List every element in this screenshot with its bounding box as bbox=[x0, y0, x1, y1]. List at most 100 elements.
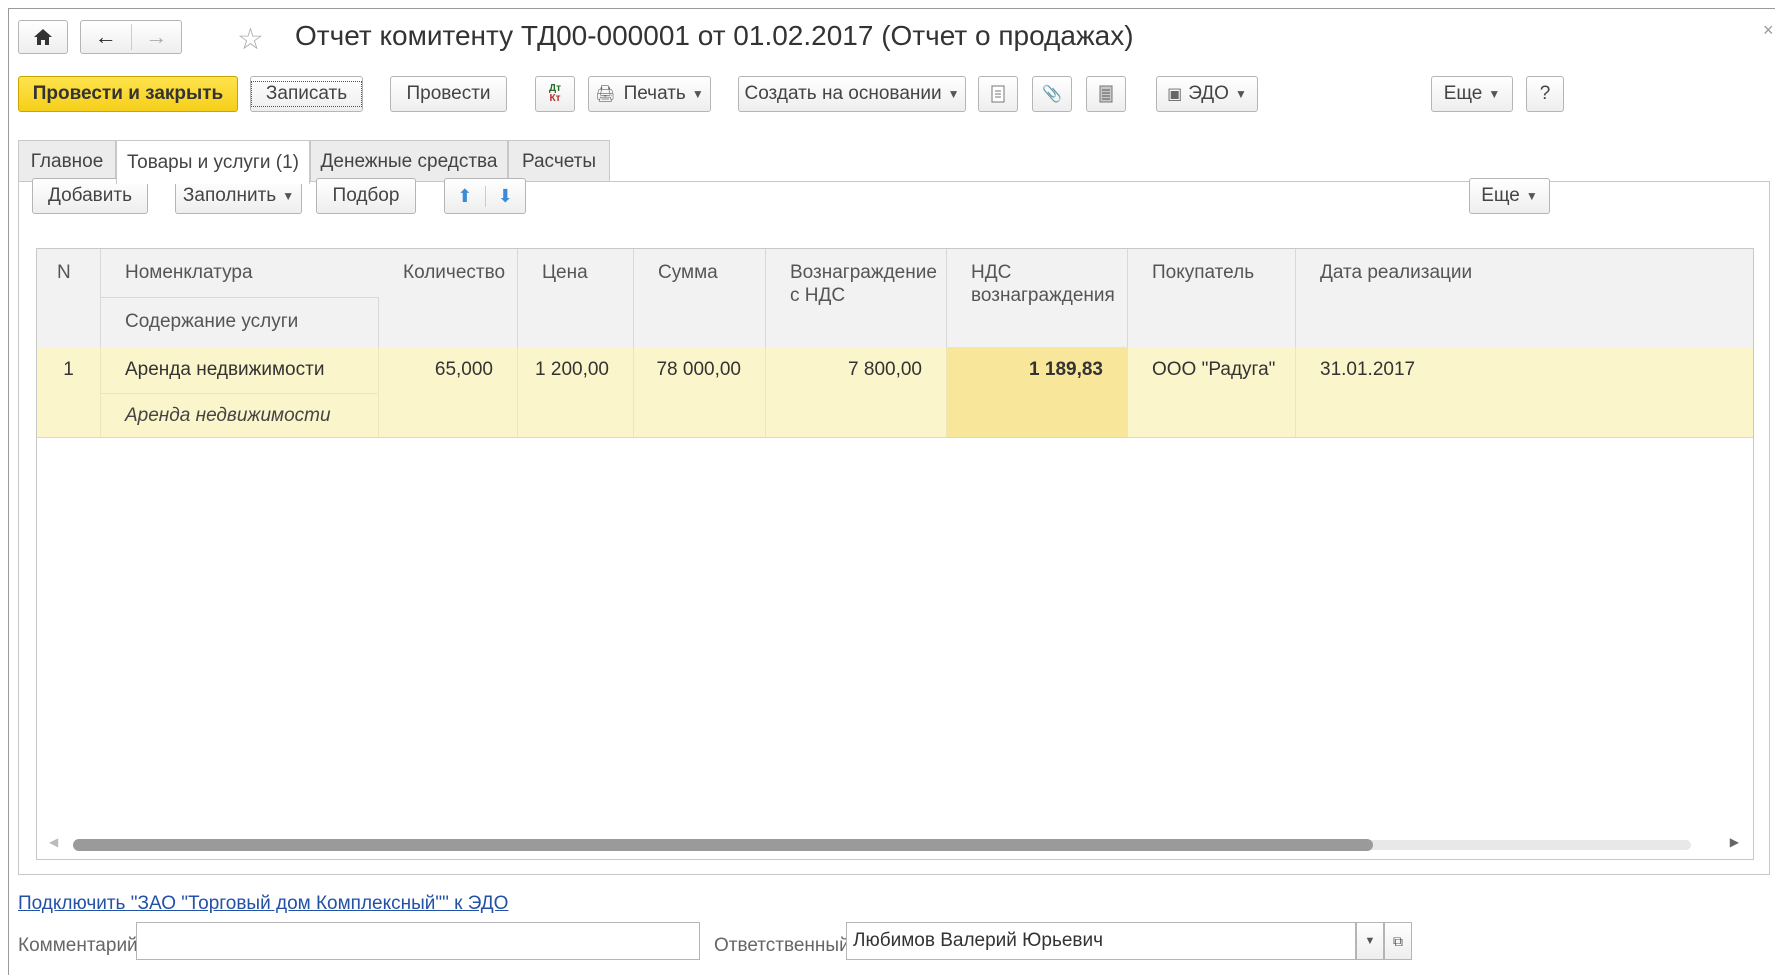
scroll-left-icon[interactable]: ◀ bbox=[49, 835, 58, 849]
header-reward[interactable]: Вознаграждение с НДС bbox=[766, 249, 947, 347]
more-button[interactable]: Еще ▼ bbox=[1431, 76, 1513, 112]
home-icon bbox=[34, 29, 52, 45]
print-button[interactable]: 🖨 Печать ▼ bbox=[588, 76, 711, 112]
printer-icon: 🖨 bbox=[595, 86, 616, 103]
tab-settlements[interactable]: Расчеты bbox=[508, 140, 610, 182]
cell-reward[interactable]: 7 800,00 bbox=[766, 347, 947, 437]
page-title: Отчет комитенту ТД00-000001 от 01.02.201… bbox=[295, 20, 1134, 51]
cell-nomenclature-value: Аренда недвижимости bbox=[125, 359, 325, 380]
header-date-label: Дата реализации bbox=[1320, 262, 1473, 283]
header-buyer[interactable]: Покупатель bbox=[1128, 249, 1296, 347]
cell-quantity[interactable]: 65,000 bbox=[379, 347, 518, 437]
document-structure-icon bbox=[991, 85, 1005, 103]
header-vat-label-1: НДС bbox=[971, 262, 1012, 283]
structure-button[interactable] bbox=[978, 76, 1018, 112]
comment-input[interactable] bbox=[136, 922, 700, 960]
header-sum[interactable]: Сумма bbox=[634, 249, 766, 347]
header-price[interactable]: Цена bbox=[518, 249, 634, 347]
edo-icon: ▣ bbox=[1167, 86, 1183, 103]
tab-money[interactable]: Денежные средства bbox=[310, 140, 508, 182]
responsible-value: Любимов Валерий Юрьевич bbox=[853, 930, 1104, 951]
header-nomenclature[interactable]: Номенклатура bbox=[101, 249, 379, 297]
tab-goods-services-label: Товары и услуги (1) bbox=[127, 151, 299, 173]
cell-quantity-value: 65,000 bbox=[434, 359, 493, 380]
dt-kt-button[interactable]: Дт Кт bbox=[535, 76, 575, 112]
header-buyer-label: Покупатель bbox=[1152, 262, 1255, 283]
horizontal-scrollbar[interactable]: ◀ ▶ bbox=[37, 829, 1753, 859]
responsible-dropdown-button[interactable]: ▼ bbox=[1356, 922, 1384, 960]
chevron-down-icon: ▼ bbox=[282, 189, 295, 203]
tab-main[interactable]: Главное bbox=[18, 140, 116, 182]
cell-sum[interactable]: 78 000,00 bbox=[634, 347, 766, 437]
table-row[interactable]: 1 Аренда недвижимости Аренда недвижимост… bbox=[37, 347, 1753, 438]
cell-service-content[interactable]: Аренда недвижимости bbox=[101, 393, 379, 437]
cell-price[interactable]: 1 200,00 bbox=[518, 347, 634, 437]
header-n[interactable]: N bbox=[37, 249, 101, 347]
report-list-icon bbox=[1099, 85, 1113, 103]
report-button[interactable] bbox=[1086, 76, 1126, 112]
header-quantity[interactable]: Количество bbox=[379, 249, 518, 347]
save-label: Записать bbox=[250, 81, 363, 107]
edo-button[interactable]: ▣ ЭДО ▼ bbox=[1156, 76, 1258, 112]
responsible-label: Ответственный: bbox=[714, 935, 855, 956]
header-price-label: Цена bbox=[542, 262, 588, 283]
header-vat-label-2: вознаграждения bbox=[971, 285, 1115, 306]
header-quantity-label: Количество bbox=[403, 262, 506, 283]
chevron-down-icon: ▼ bbox=[947, 87, 960, 101]
move-up-icon[interactable]: ⬆ bbox=[445, 185, 486, 207]
header-reward-label-1: Вознаграждение bbox=[790, 262, 937, 283]
scroll-right-icon[interactable]: ▶ bbox=[1730, 835, 1739, 849]
cell-service-content-value: Аренда недвижимости bbox=[125, 405, 331, 426]
header-vat[interactable]: НДС вознаграждения bbox=[947, 249, 1128, 347]
post-and-close-button[interactable]: Провести и закрыть bbox=[18, 76, 238, 112]
cell-buyer[interactable]: ООО "Радуга" bbox=[1128, 347, 1296, 437]
header-service-content[interactable]: Содержание услуги bbox=[101, 297, 379, 347]
chevron-down-icon: ▼ bbox=[1488, 87, 1501, 101]
open-form-icon: ⧉ bbox=[1393, 932, 1403, 949]
add-label: Добавить bbox=[48, 185, 132, 206]
table-more-label: Еще bbox=[1481, 185, 1520, 206]
create-based-on-button[interactable]: Создать на основании ▼ bbox=[738, 76, 966, 112]
table-more-button[interactable]: Еще ▼ bbox=[1469, 178, 1550, 214]
tab-money-label: Денежные средства bbox=[320, 150, 498, 172]
cell-date[interactable]: 31.01.2017 bbox=[1296, 347, 1753, 437]
forward-arrow-icon[interactable]: → bbox=[132, 24, 182, 50]
help-button[interactable]: ? bbox=[1526, 76, 1564, 112]
cell-buyer-value: ООО "Радуга" bbox=[1152, 359, 1276, 380]
attach-button[interactable]: 📎 bbox=[1032, 76, 1072, 112]
post-button[interactable]: Провести bbox=[390, 76, 507, 112]
cell-vat[interactable]: 1 189,83 bbox=[947, 347, 1128, 437]
nav-buttons: ← → bbox=[80, 20, 182, 54]
post-and-close-label: Провести и закрыть bbox=[32, 83, 224, 104]
post-label: Провести bbox=[406, 83, 491, 104]
move-down-icon[interactable]: ⬇ bbox=[486, 186, 526, 207]
header-sum-label: Сумма bbox=[658, 262, 718, 283]
header-date[interactable]: Дата реализации bbox=[1296, 249, 1753, 347]
tab-main-label: Главное bbox=[30, 150, 104, 172]
paperclip-icon: 📎 bbox=[1042, 86, 1062, 103]
select-button[interactable]: Подбор bbox=[316, 178, 416, 214]
dt-kt-icon: Дт Кт bbox=[548, 83, 562, 104]
chevron-down-icon: ▼ bbox=[1525, 189, 1538, 203]
header-service-content-label: Содержание услуги bbox=[125, 311, 299, 332]
more-label: Еще bbox=[1443, 83, 1483, 104]
chevron-down-icon: ▼ bbox=[1234, 87, 1247, 101]
responsible-open-button[interactable]: ⧉ bbox=[1384, 922, 1412, 960]
move-buttons: ⬆ ⬇ bbox=[444, 178, 526, 214]
responsible-field[interactable]: Любимов Валерий Юрьевич bbox=[846, 922, 1356, 960]
cell-nomenclature[interactable]: Аренда недвижимости Аренда недвижимости bbox=[101, 347, 379, 437]
tab-goods-services[interactable]: Товары и услуги (1) bbox=[116, 140, 310, 184]
close-icon[interactable]: × bbox=[1763, 20, 1774, 41]
print-label: Печать bbox=[623, 83, 686, 104]
save-button[interactable]: Записать bbox=[250, 76, 363, 112]
goods-table[interactable]: N Номенклатура Содержание услуги Количес… bbox=[36, 248, 1754, 860]
home-button[interactable] bbox=[18, 20, 68, 54]
back-arrow-icon[interactable]: ← bbox=[81, 24, 132, 50]
cell-price-value: 1 200,00 bbox=[535, 359, 609, 380]
edo-label: ЭДО bbox=[1188, 83, 1229, 104]
favorite-star-icon[interactable]: ☆ bbox=[237, 22, 264, 57]
scrollbar-thumb[interactable] bbox=[73, 839, 1373, 851]
connect-edo-link[interactable]: Подключить "ЗАО "Торговый дом Комплексны… bbox=[18, 893, 508, 915]
header-n-label: N bbox=[57, 262, 71, 283]
create-based-on-label: Создать на основании bbox=[744, 83, 942, 104]
